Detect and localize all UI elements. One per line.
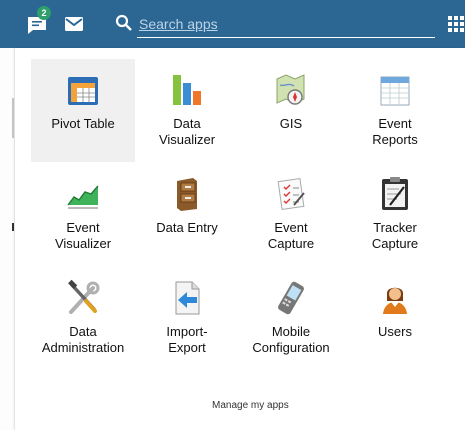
data-visualizer-icon — [173, 75, 201, 105]
app-label: Event Visualizer — [54, 220, 112, 251]
app-event-reports[interactable]: Event Reports — [343, 59, 447, 162]
divider — [12, 98, 14, 138]
event-visualizer-icon — [67, 185, 99, 209]
app-pivot-table[interactable]: Pivot Table — [31, 59, 135, 162]
app-data-visualizer[interactable]: Data Visualizer — [135, 59, 239, 162]
app-label: Data Entry — [156, 220, 218, 235]
users-icon — [383, 287, 407, 314]
data-administration-icon — [68, 279, 100, 314]
messages-badge: 2 — [37, 6, 51, 20]
pivot-table-icon — [68, 77, 98, 105]
search-input[interactable] — [137, 10, 435, 38]
app-data-entry[interactable]: Data Entry — [135, 163, 239, 266]
top-bar: 2 — [0, 0, 465, 48]
background-page-edge — [0, 48, 15, 430]
app-label: Import- Export — [166, 324, 208, 355]
event-capture-icon — [277, 178, 305, 210]
app-mobile-configuration[interactable]: Mobile Configuration — [239, 267, 343, 370]
app-label: Event Reports — [372, 116, 418, 147]
app-label: Mobile Configuration — [252, 324, 330, 355]
app-gis[interactable]: GIS — [239, 59, 343, 162]
app-event-visualizer[interactable]: Event Visualizer — [31, 163, 135, 266]
app-label: GIS — [279, 116, 303, 131]
app-event-capture[interactable]: Event Capture — [239, 163, 343, 266]
app-label: Data Visualizer — [158, 116, 216, 147]
data-entry-icon — [177, 178, 197, 211]
manage-my-apps-link[interactable]: Manage my apps — [212, 400, 289, 411]
app-label: Users — [378, 324, 412, 339]
apps-menu-panel: Pivot Table Data Visualizer GIS Event Repo… — [15, 48, 465, 430]
gis-icon — [276, 74, 305, 105]
app-data-administration[interactable]: Data Administration — [31, 267, 135, 370]
apps-grid-icon[interactable] — [448, 16, 464, 32]
mobile-configuration-icon — [278, 281, 304, 315]
search-icon — [115, 14, 133, 32]
app-import-export[interactable]: Import- Export — [135, 267, 239, 370]
mail-icon[interactable] — [64, 16, 84, 32]
tracker-capture-icon — [382, 177, 408, 210]
event-reports-icon — [380, 76, 410, 106]
app-label: Event Capture — [267, 220, 315, 251]
import-export-icon — [175, 281, 200, 315]
app-tracker-capture[interactable]: Tracker Capture — [343, 163, 447, 266]
app-label: Tracker Capture — [371, 220, 419, 251]
app-label: Data Administration — [41, 324, 125, 355]
divider — [12, 223, 14, 231]
app-users[interactable]: Users — [343, 267, 447, 370]
app-label: Pivot Table — [51, 116, 115, 131]
